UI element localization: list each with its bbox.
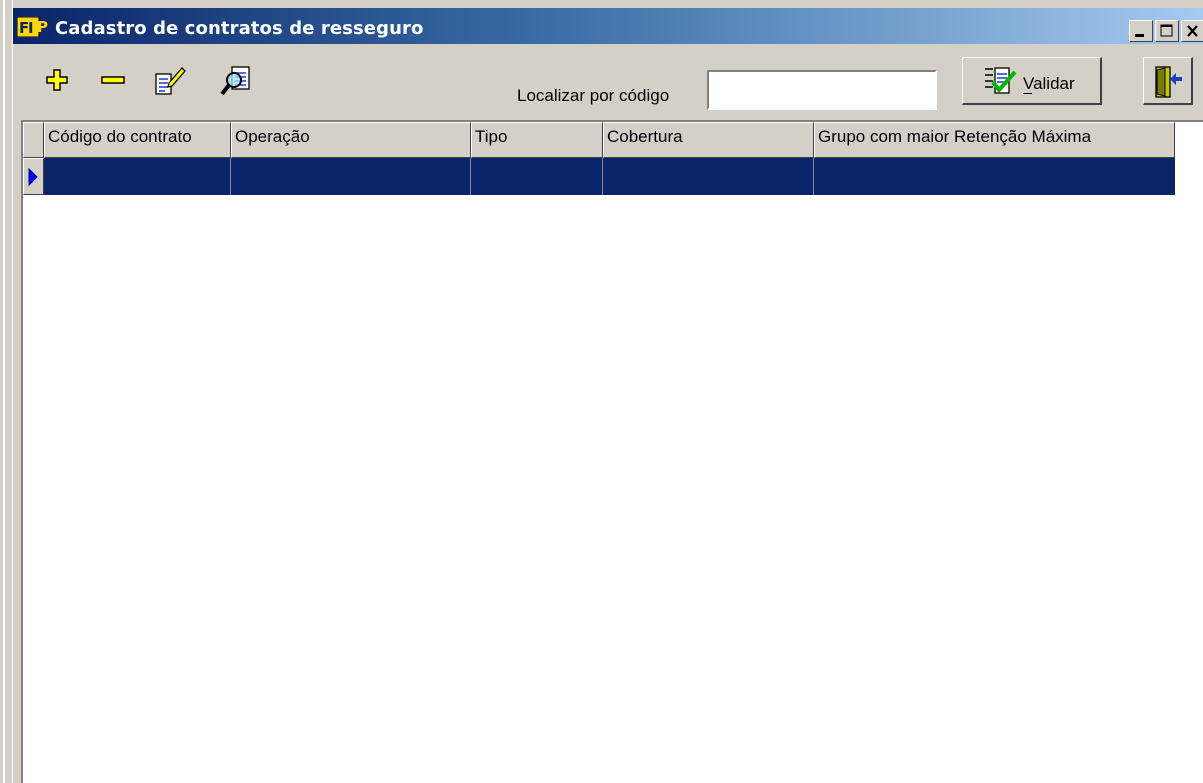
validate-button-label: Validar [1023,74,1075,93]
minimize-button[interactable] [1129,20,1153,42]
close-icon [1187,25,1198,37]
svg-text:P: P [37,18,48,36]
cell-operacao[interactable] [231,158,471,195]
add-icon[interactable] [41,64,75,98]
grid-corner [23,122,44,158]
checklist-icon [985,67,1017,94]
cell-codigo[interactable] [44,158,231,195]
toolbar: Localizar por código Validar [13,44,1203,120]
column-header-operacao[interactable]: Operação [231,122,471,158]
exit-door-icon [1155,66,1182,98]
svg-text:I: I [28,19,34,37]
cell-grupo-retencao[interactable] [814,158,1175,195]
validate-button[interactable]: Validar [962,57,1102,105]
column-header-tipo[interactable]: Tipo [471,122,603,158]
column-header-codigo[interactable]: Código do contrato [44,122,231,158]
window-title: Cadastro de contratos de resseguro [55,18,424,39]
cell-tipo[interactable] [471,158,603,195]
find-by-code-input[interactable] [707,70,937,110]
validate-underline [1023,93,1032,94]
maximize-button[interactable] [1155,20,1179,42]
edit-icon[interactable] [153,64,187,98]
cell-cobertura[interactable] [603,158,814,195]
table-row[interactable] [44,158,1175,195]
contracts-grid[interactable]: Código do contrato Operação Tipo Cobertu… [21,120,1203,783]
column-header-grupo-retencao[interactable]: Grupo com maior Retenção Máxima [814,122,1175,158]
title-bar[interactable]: F I P Cadastro de contratos de resseguro [13,8,1203,44]
row-indicator[interactable] [23,158,44,195]
exit-button[interactable] [1143,57,1193,105]
find-by-code-label: Localizar por código [517,86,670,105]
close-button[interactable] [1181,20,1203,42]
minimize-icon [1135,34,1144,37]
search-icon[interactable] [219,64,253,98]
contracts-window: F I P Cadastro de contratos de resseguro [12,0,1203,783]
column-header-cobertura[interactable]: Cobertura [603,122,814,158]
fp-logo-icon: F I P [17,17,48,37]
remove-icon[interactable] [97,64,131,98]
current-row-arrow-icon [28,167,38,187]
maximize-icon [1160,24,1173,37]
